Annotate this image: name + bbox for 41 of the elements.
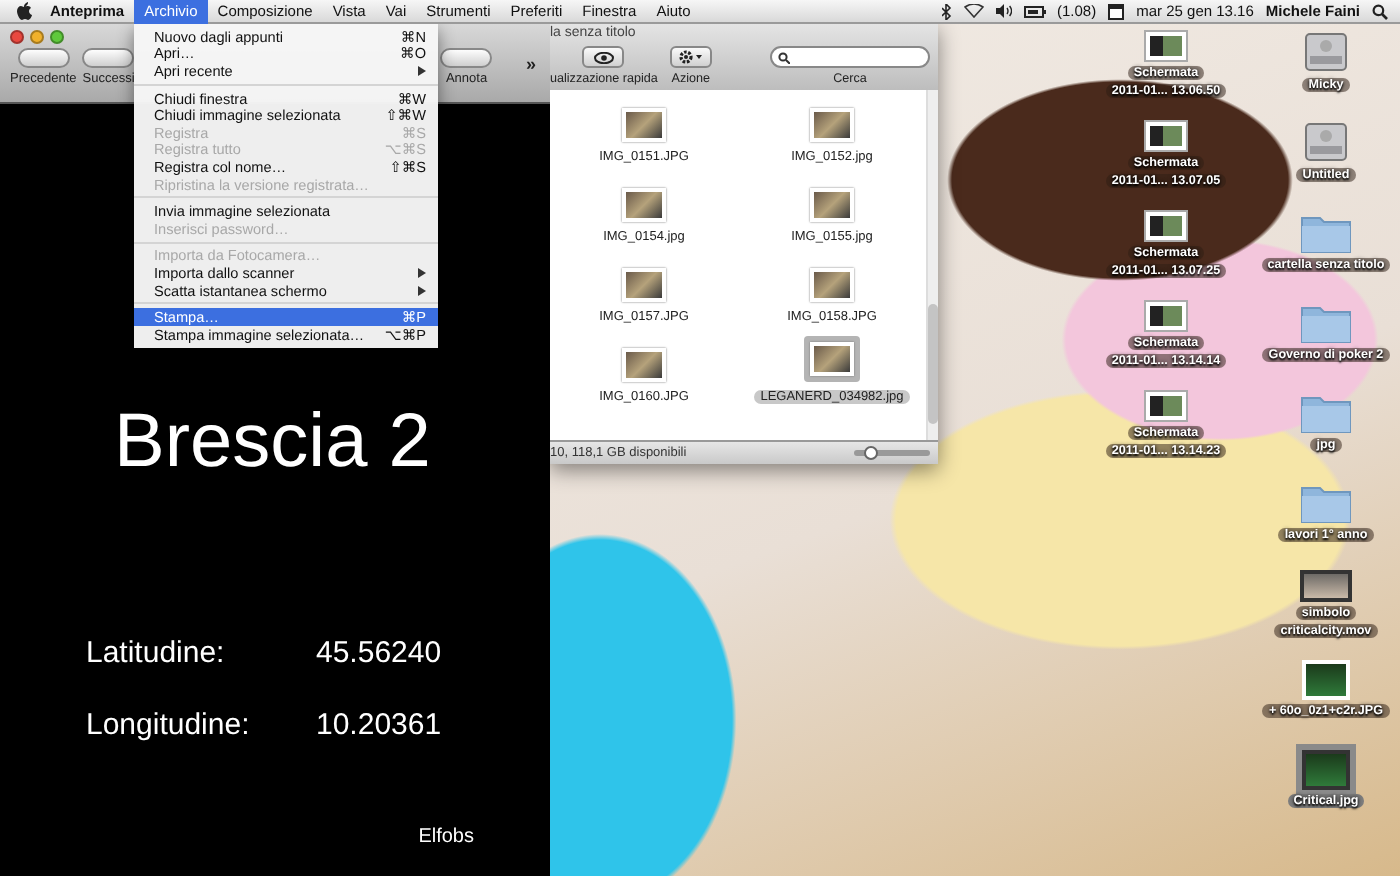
field-value: 10.20361	[316, 708, 444, 742]
screenshot-thumbnail	[1144, 300, 1188, 332]
screenshot-thumbnail	[1144, 210, 1188, 242]
minimize-button[interactable]	[30, 30, 44, 44]
photo-thumbnail[interactable]	[622, 188, 666, 222]
scroll-bar[interactable]	[926, 90, 938, 440]
hard-drive-icon	[1302, 120, 1350, 164]
slider-thumb[interactable]	[863, 446, 878, 460]
gear-icon	[677, 50, 704, 64]
photo-thumbnail[interactable]	[810, 268, 854, 302]
field-value: 45.56240	[316, 636, 444, 670]
wifi-icon[interactable]	[963, 4, 983, 18]
photo-thumbnail[interactable]	[622, 348, 666, 382]
photo-thumbnail[interactable]	[622, 268, 666, 302]
search-icon	[778, 51, 790, 63]
eye-icon	[593, 51, 614, 63]
image-title: Brescia 2	[114, 404, 433, 480]
screenshot-thumbnail	[1144, 390, 1188, 422]
submenu-arrow-icon	[418, 65, 426, 76]
apple-logo-icon[interactable]	[16, 2, 32, 20]
search-field[interactable]	[770, 46, 930, 68]
screenshot-thumbnail	[1144, 30, 1188, 62]
photo-thumbnail[interactable]	[804, 336, 860, 382]
field-label: Longitudine:	[86, 708, 252, 742]
signature-text: Elfobs	[418, 826, 474, 848]
field-label: Latitudine:	[86, 636, 227, 670]
photo-thumbnail[interactable]	[622, 108, 666, 142]
screenshot-thumbnail	[1144, 120, 1188, 152]
bluetooth-icon[interactable]	[941, 3, 951, 19]
more-button[interactable]: »	[521, 54, 540, 86]
battery-icon[interactable]	[1023, 5, 1045, 17]
zoom-button[interactable]	[50, 30, 64, 44]
search-icon[interactable]	[1372, 3, 1388, 19]
zoom-slider[interactable]	[854, 450, 930, 456]
volume-icon[interactable]	[995, 4, 1011, 18]
close-button[interactable]	[10, 30, 24, 44]
calendar-icon[interactable]	[1108, 3, 1125, 19]
photo-thumbnail[interactable]	[810, 108, 854, 142]
hard-drive-icon	[1302, 30, 1350, 74]
video-thumbnail	[1300, 570, 1352, 602]
photo-thumbnail[interactable]	[810, 188, 854, 222]
